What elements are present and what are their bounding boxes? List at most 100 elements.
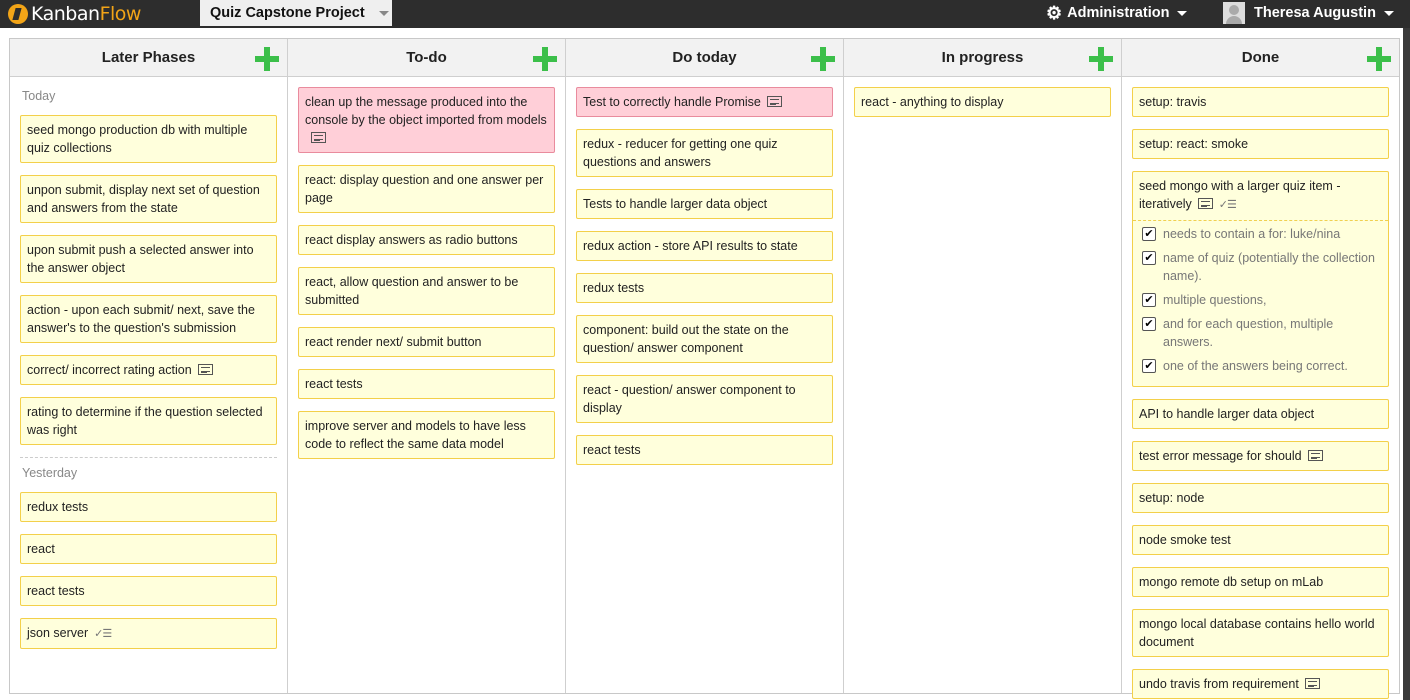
subtask-item: ✔ multiple questions, <box>1139 291 1382 309</box>
task-title: action - upon each submit/ next, save th… <box>27 303 255 335</box>
task-title: setup: travis <box>1139 95 1207 109</box>
column-body: clean up the message produced into the c… <box>288 77 565 459</box>
task-card[interactable]: upon submit push a selected answer into … <box>20 235 277 283</box>
column-title: To-do <box>406 49 447 66</box>
subtask-item: ✔ name of quiz (potentially the collectio… <box>1139 249 1382 285</box>
column-body: Today seed mongo production db with multi… <box>10 77 287 649</box>
task-title: redux - reducer for getting one quiz que… <box>583 137 778 169</box>
subtask-checkbox[interactable]: ✔ <box>1142 251 1156 265</box>
subtask-item: ✔ needs to contain a for: luke/nina <box>1139 225 1382 243</box>
task-title: test error message for should <box>1139 449 1302 463</box>
task-card[interactable]: API to handle larger data object <box>1132 399 1389 429</box>
task-card[interactable]: react tests <box>20 576 277 606</box>
column-later-phases: Later Phases Today seed mongo production d… <box>10 39 288 693</box>
subtask-checkbox[interactable]: ✔ <box>1142 227 1156 241</box>
board-selector[interactable]: Quiz Capstone Project <box>200 0 392 26</box>
task-title: improve server and models to have less c… <box>305 419 526 451</box>
description-icon <box>766 96 782 107</box>
user-menu[interactable]: Theresa Augustin <box>1223 2 1394 24</box>
task-card[interactable]: react: display question and one answer p… <box>298 165 555 213</box>
checklist-icon: ✓☰ <box>94 628 112 640</box>
task-title: clean up the message produced into the c… <box>305 95 547 127</box>
kanbanflow-logo[interactable]: Kanban Flow <box>8 3 141 25</box>
task-card[interactable]: redux tests <box>20 492 277 522</box>
task-card[interactable]: json server ✓☰ <box>20 618 277 649</box>
logo-icon <box>8 4 28 24</box>
column-in-progress: In progress react - anything to display <box>844 39 1122 693</box>
task-card[interactable]: react - question/ answer component to di… <box>576 375 833 423</box>
task-card[interactable]: seed mongo with a larger quiz item - ite… <box>1132 171 1389 387</box>
task-card[interactable]: setup: react: smoke <box>1132 129 1389 159</box>
column-header: In progress <box>844 39 1121 77</box>
task-card[interactable]: action - upon each submit/ next, save th… <box>20 295 277 343</box>
task-title: json server <box>27 626 89 640</box>
task-card[interactable]: correct/ incorrect rating action <box>20 355 277 385</box>
scrollbar[interactable] <box>1403 28 1410 700</box>
task-card[interactable]: Test to correctly handle Promise <box>576 87 833 117</box>
task-card[interactable]: test error message for should <box>1132 441 1389 471</box>
task-title: react - question/ answer component to di… <box>583 383 796 415</box>
task-card[interactable]: undo travis from requirement <box>1132 669 1389 699</box>
user-name: Theresa Augustin <box>1254 5 1376 21</box>
task-card[interactable]: node smoke test <box>1132 525 1389 555</box>
section-label: Yesterday <box>22 466 78 480</box>
subtask-checkbox[interactable]: ✔ <box>1142 359 1156 373</box>
task-card[interactable]: react <box>20 534 277 564</box>
subtask-list: ✔ needs to contain a for: luke/nina ✔ name … <box>1133 220 1388 375</box>
task-title: redux tests <box>27 500 89 514</box>
column-title: Later Phases <box>101 49 196 66</box>
column-body: Test to correctly handle Promise redux - … <box>566 77 843 465</box>
task-card[interactable]: redux - reducer for getting one quiz que… <box>576 129 833 177</box>
gear-icon: ⚙ <box>1046 3 1063 23</box>
task-card[interactable]: rating to determine if the question sele… <box>20 397 277 445</box>
column-header: Later Phases <box>10 39 287 77</box>
task-title: component: build out the state on the qu… <box>583 323 789 355</box>
administration-menu[interactable]: ⚙ Administration <box>1046 3 1188 23</box>
task-title: react tests <box>583 443 641 457</box>
task-title: upon submit push a selected answer into … <box>27 243 254 275</box>
task-card[interactable]: mongo remote db setup on mLab <box>1132 567 1389 597</box>
subtask-checkbox[interactable]: ✔ <box>1142 293 1156 307</box>
add-task-plus-icon[interactable] <box>255 47 279 71</box>
task-card[interactable]: react - anything to display <box>854 87 1111 117</box>
add-task-plus-icon[interactable] <box>811 47 835 71</box>
task-card[interactable]: component: build out the state on the qu… <box>576 315 833 363</box>
task-card[interactable]: setup: node <box>1132 483 1389 513</box>
task-card[interactable]: redux action - store API results to stat… <box>576 231 833 261</box>
add-task-plus-icon[interactable] <box>1367 47 1391 71</box>
task-title: react render next/ submit button <box>305 335 482 349</box>
column-done: Done setup: travis setup: react: smoke seed… <box>1122 39 1399 699</box>
task-title: seed mongo with a larger quiz item - ite… <box>1139 179 1341 211</box>
task-card[interactable]: setup: travis <box>1132 87 1389 117</box>
kanban-board: Later Phases Today seed mongo production d… <box>9 38 1400 699</box>
task-card[interactable]: seed mongo production db with multiple q… <box>20 115 277 163</box>
task-card[interactable]: mongo local database contains hello worl… <box>1132 609 1389 657</box>
task-title: Tests to handle larger data object <box>583 197 768 211</box>
task-title: react: display question and one answer p… <box>305 173 544 205</box>
task-card[interactable]: react, allow question and answer to be s… <box>298 267 555 315</box>
chevron-down-icon <box>1383 10 1394 16</box>
task-card[interactable]: Tests to handle larger data object <box>576 189 833 219</box>
task-card[interactable]: clean up the message produced into the c… <box>298 87 555 153</box>
task-card[interactable]: improve server and models to have less c… <box>298 411 555 459</box>
task-title: redux action - store API results to stat… <box>583 239 798 253</box>
task-card[interactable]: react tests <box>576 435 833 465</box>
add-task-plus-icon[interactable] <box>533 47 557 71</box>
task-title: Test to correctly handle Promise <box>583 95 761 109</box>
task-title: setup: react: smoke <box>1139 137 1249 151</box>
task-card[interactable]: react tests <box>298 369 555 399</box>
task-card[interactable]: unpon submit, display next set of questi… <box>20 175 277 223</box>
subtask-checkbox[interactable]: ✔ <box>1142 317 1156 331</box>
chevron-down-icon <box>378 10 389 16</box>
add-task-plus-icon[interactable] <box>1089 47 1113 71</box>
board-name: Quiz Capstone Project <box>210 5 365 21</box>
task-card[interactable]: redux tests <box>576 273 833 303</box>
column-header: Done <box>1122 39 1399 77</box>
description-icon <box>311 132 326 143</box>
task-title: react tests <box>305 377 363 391</box>
column-title: Done <box>1241 49 1280 66</box>
task-card[interactable]: react display answers as radio buttons <box>298 225 555 255</box>
task-title: undo travis from requirement <box>1139 677 1299 691</box>
subtask-text: one of the answers being correct. <box>1163 359 1348 373</box>
task-card[interactable]: react render next/ submit button <box>298 327 555 357</box>
